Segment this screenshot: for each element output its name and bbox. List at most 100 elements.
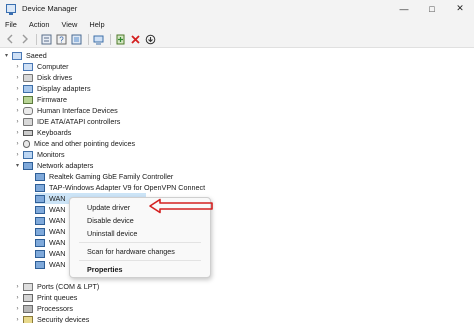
tree-item-wan[interactable]: WAN xyxy=(35,248,66,259)
tree-item-label: Display adapters xyxy=(37,84,91,93)
chevron-right-icon[interactable]: › xyxy=(14,317,21,323)
menu-view[interactable]: View xyxy=(61,20,77,29)
tree-item-label: WAN xyxy=(49,260,66,269)
computer-icon xyxy=(12,51,22,60)
chevron-right-icon[interactable]: › xyxy=(14,152,21,158)
tree-item-wan[interactable]: WAN xyxy=(35,215,66,226)
network-adapter-icon xyxy=(35,172,45,181)
menu-properties[interactable]: Properties xyxy=(87,265,123,274)
tree-item-firmware[interactable]: › Firmware xyxy=(14,94,67,105)
computer-icon xyxy=(23,62,33,71)
tree-item-label: Processors xyxy=(37,304,73,313)
tree-item-ports[interactable]: › Ports (COM & LPT) xyxy=(14,281,100,292)
toolbar-separator xyxy=(88,33,89,45)
monitor-icon xyxy=(23,150,33,159)
tree-root[interactable]: ▾ Saeed xyxy=(3,50,47,61)
menu-action[interactable]: Action xyxy=(29,20,50,29)
add-driver-icon[interactable] xyxy=(114,33,127,46)
disk-icon xyxy=(23,73,33,82)
tree-item-disk-drives[interactable]: › Disk drives xyxy=(14,72,73,83)
tree-item-network-adapters[interactable]: ▾ Network adapters xyxy=(14,160,93,171)
chevron-down-icon[interactable]: ▾ xyxy=(14,162,21,169)
tree-item-realtek[interactable]: Realtek Gaming GbE Family Controller xyxy=(35,171,173,182)
chevron-right-icon[interactable]: › xyxy=(14,295,21,301)
tree-item-ide[interactable]: › IDE ATA/ATAPI controllers xyxy=(14,116,121,127)
menu-disable-device[interactable]: Disable device xyxy=(87,216,134,225)
toolbar-separator xyxy=(110,33,111,45)
network-adapter-icon xyxy=(35,205,45,214)
tree-item-wan[interactable]: WAN xyxy=(35,226,66,237)
network-adapter-icon xyxy=(35,260,45,269)
tree-item-hid[interactable]: › Human Interface Devices xyxy=(14,105,118,116)
tree-item-wan[interactable]: WAN xyxy=(35,204,66,215)
tree-item-label: TAP-Windows Adapter V9 for OpenVPN Conne… xyxy=(49,183,206,192)
network-adapter-icon xyxy=(35,183,45,192)
chevron-right-icon[interactable]: › xyxy=(14,284,21,290)
chevron-right-icon[interactable]: › xyxy=(14,141,21,147)
printer-icon xyxy=(23,293,33,302)
tree-item-label: WAN xyxy=(49,194,66,203)
chevron-right-icon[interactable]: › xyxy=(14,86,21,92)
tree-item-label: Ports (COM & LPT) xyxy=(37,282,100,291)
tree-item-processors[interactable]: › Processors xyxy=(14,303,73,314)
chevron-right-icon[interactable]: › xyxy=(14,64,21,70)
svg-text:?: ? xyxy=(59,35,64,44)
back-icon[interactable] xyxy=(3,33,16,46)
tree-root-label: Saeed xyxy=(26,51,47,60)
uninstall-icon[interactable] xyxy=(129,33,142,46)
close-button[interactable]: ✕ xyxy=(446,0,474,17)
device-tree: ▾ Saeed › Computer › Disk drives › Displ… xyxy=(0,48,474,323)
tree-item-monitors[interactable]: › Monitors xyxy=(14,149,65,160)
tree-item-label: Realtek Gaming GbE Family Controller xyxy=(49,172,174,181)
tree-item-label: Firmware xyxy=(37,95,67,104)
tree-item-label: Disk drives xyxy=(37,73,73,82)
tree-item-label: WAN xyxy=(49,216,66,225)
ide-controller-icon xyxy=(23,117,33,126)
network-adapter-icon xyxy=(23,161,33,170)
download-icon[interactable] xyxy=(144,33,157,46)
tree-item-wan[interactable]: WAN xyxy=(35,237,66,248)
tree-item-computer[interactable]: › Computer xyxy=(14,61,69,72)
display-adapter-icon xyxy=(23,84,33,93)
tree-item-tap-windows[interactable]: TAP-Windows Adapter V9 for OpenVPN Conne… xyxy=(35,182,205,193)
network-adapter-icon xyxy=(35,227,45,236)
mouse-icon xyxy=(23,139,30,148)
tree-item-security-devices[interactable]: › Security devices xyxy=(14,314,89,323)
chevron-right-icon[interactable]: › xyxy=(14,119,21,125)
tree-item-label: Monitors xyxy=(37,150,65,159)
chevron-right-icon[interactable]: › xyxy=(14,306,21,312)
help-icon[interactable]: ? xyxy=(55,33,68,46)
menu-uninstall-device[interactable]: Uninstall device xyxy=(87,229,137,238)
title-bar: Device Manager — □ ✕ xyxy=(0,0,474,17)
chevron-right-icon[interactable]: › xyxy=(14,75,21,81)
tree-item-label: IDE ATA/ATAPI controllers xyxy=(37,117,121,126)
tree-item-mice[interactable]: › Mice and other pointing devices xyxy=(14,138,136,149)
show-hidden-icon[interactable] xyxy=(70,33,83,46)
menu-help[interactable]: Help xyxy=(89,20,104,29)
network-adapter-icon xyxy=(35,249,45,258)
tree-item-wan[interactable]: WAN xyxy=(35,259,66,270)
window-title: Device Manager xyxy=(22,4,78,13)
menu-scan-hardware[interactable]: Scan for hardware changes xyxy=(87,247,175,256)
chevron-right-icon[interactable]: › xyxy=(14,130,21,136)
minimize-button[interactable]: — xyxy=(390,0,418,17)
annotation-arrow-icon xyxy=(149,198,213,214)
scan-icon[interactable] xyxy=(92,33,105,46)
maximize-button[interactable]: □ xyxy=(418,0,446,17)
tree-item-label: WAN xyxy=(49,249,66,258)
chevron-right-icon[interactable]: › xyxy=(14,97,21,103)
properties-icon[interactable] xyxy=(40,33,53,46)
forward-icon[interactable] xyxy=(18,33,31,46)
menu-file[interactable]: File xyxy=(5,20,17,29)
menu-update-driver[interactable]: Update driver xyxy=(87,203,130,212)
tree-item-print-queues[interactable]: › Print queues xyxy=(14,292,78,303)
chevron-down-icon[interactable]: ▾ xyxy=(3,52,10,59)
tree-item-display-adapters[interactable]: › Display adapters xyxy=(14,83,91,94)
network-adapter-icon xyxy=(35,216,45,225)
tree-item-label: Security devices xyxy=(37,315,90,323)
tree-item-keyboards[interactable]: › Keyboards xyxy=(14,127,72,138)
device-manager-icon xyxy=(6,4,16,15)
chevron-right-icon[interactable]: › xyxy=(14,108,21,114)
tree-item-label: Mice and other pointing devices xyxy=(34,139,136,148)
tree-item-label: Computer xyxy=(37,62,69,71)
